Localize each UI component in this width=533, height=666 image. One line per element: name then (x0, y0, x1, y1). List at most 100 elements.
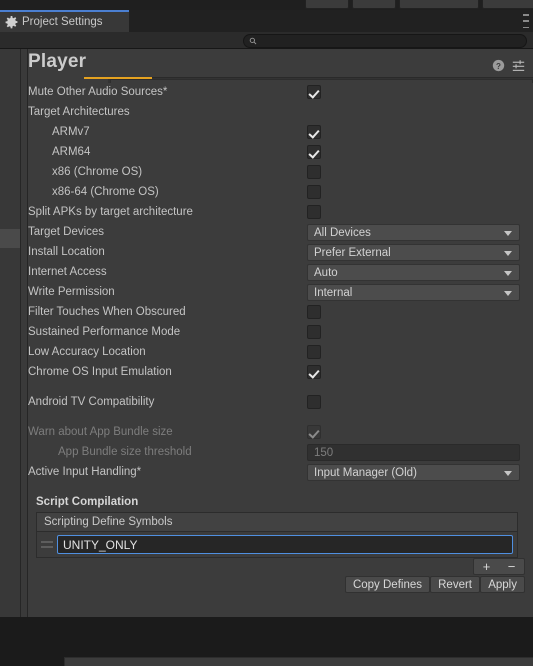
checkbox[interactable] (307, 205, 321, 219)
settings-row-label: Install Location (28, 246, 105, 258)
checkbox (307, 425, 321, 439)
settings-row-label: Target Architectures (28, 106, 130, 118)
settings-row: Low Accuracy Location (28, 343, 533, 363)
checkbox[interactable] (307, 305, 321, 319)
list-header-label: Scripting Define Symbols (44, 516, 173, 528)
dropdown-value: Internal (314, 286, 353, 299)
script-compilation-actions: Apply Revert Copy Defines (28, 576, 533, 598)
dropdown[interactable]: Prefer External (307, 244, 520, 261)
toolbar-button[interactable] (352, 0, 396, 9)
checkbox[interactable] (307, 325, 321, 339)
checkbox[interactable] (307, 165, 321, 179)
settings-row: App Bundle size threshold 150 (28, 443, 533, 463)
settings-tree-column-edge (21, 49, 28, 617)
apply-button[interactable]: Apply (480, 576, 525, 593)
search-box[interactable] (243, 34, 527, 48)
settings-row-label: Target Devices (28, 226, 105, 238)
settings-row-label: Low Accuracy Location (28, 346, 146, 358)
checkbox[interactable] (307, 185, 321, 199)
checkbox[interactable] (307, 365, 321, 379)
dropdown[interactable]: Auto (307, 264, 520, 281)
checkbox[interactable] (307, 395, 321, 409)
tab-label: Project Settings (22, 16, 103, 28)
settings-rows-container: Mute Other Audio Sources* Target Architec… (28, 83, 533, 617)
settings-row-label: Active Input Handling* (28, 466, 142, 478)
settings-row: Active Input Handling* Input Manager (Old… (28, 463, 533, 483)
add-remove-group: + − (473, 558, 525, 575)
settings-row: Chrome OS Input Emulation (28, 363, 533, 383)
checkbox[interactable] (307, 345, 321, 359)
settings-row: Install Location Prefer External (28, 243, 533, 263)
scripting-define-symbols-list: Scripting Define Symbols (36, 512, 518, 558)
checkbox[interactable] (307, 125, 321, 139)
svg-text:?: ? (496, 62, 501, 71)
add-define-button[interactable]: + (474, 559, 499, 574)
settings-row-label: Filter Touches When Obscured (28, 306, 186, 318)
settings-row: ARM64 (28, 143, 533, 163)
list-header: Scripting Define Symbols (37, 513, 517, 532)
section-title: Script Compilation (36, 496, 139, 508)
checkbox[interactable] (307, 85, 321, 99)
settings-row: x86 (Chrome OS) (28, 163, 533, 183)
search-input[interactable] (257, 35, 511, 47)
gear-icon (5, 15, 18, 28)
number-field-value: 150 (314, 446, 334, 459)
search-row (0, 32, 533, 49)
define-symbol-field[interactable] (57, 535, 513, 554)
settings-row-label: Write Permission (28, 286, 115, 298)
chevron-down-icon (504, 471, 512, 476)
chevron-down-icon (504, 251, 512, 256)
toolbar-button[interactable] (399, 0, 479, 9)
settings-row: x86-64 (Chrome OS) (28, 183, 533, 203)
settings-row-label: App Bundle size threshold (58, 446, 192, 458)
checkbox[interactable] (307, 145, 321, 159)
next-section-box (64, 657, 533, 666)
dropdown[interactable]: All Devices (307, 224, 520, 241)
dropdown[interactable]: Input Manager (Old) (307, 464, 520, 481)
settings-row-label: ARM64 (52, 146, 91, 158)
settings-row-label: Mute Other Audio Sources* (28, 86, 168, 98)
settings-row-label: ARMv7 (52, 126, 90, 138)
settings-row: ARMv7 (28, 123, 533, 143)
main-area: Player ? Mute Other Audio Sources* Target… (0, 49, 533, 666)
settings-row-label: Chrome OS Input Emulation (28, 366, 172, 378)
settings-tree-selected-item[interactable] (0, 229, 20, 248)
drag-handle-icon[interactable] (41, 541, 57, 548)
unity-editor-window: Project Settings Player ? Mute Other Aud… (0, 0, 533, 666)
settings-row-label: Internet Access (28, 266, 107, 278)
row-spacer (28, 413, 533, 423)
dropdown-value: Auto (314, 266, 338, 279)
tab-project-settings[interactable]: Project Settings (0, 10, 129, 32)
toolbar-button[interactable] (482, 0, 533, 9)
row-spacer (28, 383, 533, 393)
settings-row: Internet Access Auto (28, 263, 533, 283)
help-icon[interactable]: ? (492, 59, 505, 72)
vertical-dots-icon[interactable] (522, 14, 530, 28)
revert-button[interactable]: Revert (430, 576, 480, 593)
dropdown[interactable]: Internal (307, 284, 520, 301)
remove-define-button[interactable]: − (499, 559, 524, 574)
settings-row: Warn about App Bundle size (28, 423, 533, 443)
chevron-down-icon (504, 271, 512, 276)
player-settings-panel: Player ? Mute Other Audio Sources* Target… (28, 49, 533, 666)
settings-row: Write Permission Internal (28, 283, 533, 303)
toolbar-button[interactable] (305, 0, 349, 9)
copy-defines-button[interactable]: Copy Defines (344, 576, 430, 593)
settings-row: Filter Touches When Obscured (28, 303, 533, 323)
number-field: 150 (307, 444, 520, 461)
settings-tree-column[interactable] (0, 49, 21, 617)
window-tab-bar: Project Settings (0, 10, 533, 32)
dropdown-value: Prefer External (314, 246, 391, 259)
page-title: Player (28, 51, 87, 72)
list-add-remove-bar: + − (28, 558, 533, 576)
settings-row-label: Sustained Performance Mode (28, 326, 181, 338)
settings-row: Target Architectures (28, 103, 533, 123)
preset-settings-icon[interactable] (512, 59, 525, 72)
list-item (37, 532, 517, 557)
define-symbol-input[interactable] (58, 536, 512, 553)
settings-row-label: x86-64 (Chrome OS) (52, 186, 159, 198)
settings-row: Android TV Compatibility (28, 393, 533, 413)
editor-toolbar-strip (0, 0, 533, 10)
dropdown-value: All Devices (314, 226, 371, 239)
settings-row-label: Android TV Compatibility (28, 396, 155, 408)
